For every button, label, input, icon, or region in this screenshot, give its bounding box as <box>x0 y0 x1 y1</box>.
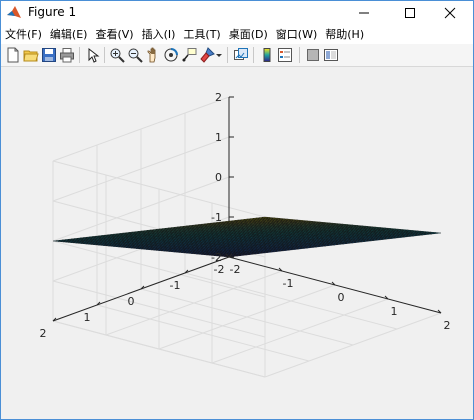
toolbar-separator <box>299 47 300 63</box>
show-plot-tools-icon[interactable] <box>323 47 339 63</box>
menu-view[interactable]: 查看(V) <box>91 25 137 44</box>
menu-bar: 文件(F) 编辑(E) 查看(V) 插入(I) 工具(T) 桌面(D) 窗口(W… <box>1 25 473 44</box>
brush-icon[interactable] <box>199 47 215 63</box>
maximize-icon <box>405 8 415 18</box>
close-button[interactable] <box>427 1 473 25</box>
menu-window[interactable]: 窗口(W) <box>272 25 321 44</box>
rotate-3d-icon[interactable] <box>163 47 179 63</box>
close-icon <box>444 7 456 19</box>
zoom-in-icon[interactable] <box>109 47 125 63</box>
new-figure-icon[interactable] <box>5 47 21 63</box>
grid-line <box>158 284 336 350</box>
surface-mesh <box>52 216 442 258</box>
figure-toolbar <box>1 44 473 67</box>
x-tick-label: -1 <box>283 277 294 290</box>
axis-ticks: -2-1012-2-1012-2-1012 <box>40 91 451 340</box>
grid-line <box>211 298 389 364</box>
z-tick-label: 0 <box>215 171 222 184</box>
x-tick-label: 1 <box>391 305 398 318</box>
minimize-button[interactable] <box>341 1 387 25</box>
save-icon[interactable] <box>41 47 57 63</box>
z-tick-label: 2 <box>215 91 222 104</box>
z-tick-label: -1 <box>211 211 222 224</box>
minimize-icon <box>359 12 369 14</box>
data-cursor-icon[interactable] <box>181 47 197 63</box>
toolbar-separator <box>104 47 105 63</box>
pointer-icon[interactable] <box>85 47 101 63</box>
colorbar-icon[interactable] <box>259 47 275 63</box>
brush-dropdown-icon[interactable] <box>215 47 223 63</box>
toolbar-separator <box>79 47 80 63</box>
x-tick-label: -2 <box>230 263 241 276</box>
toolbar-separator <box>253 47 254 63</box>
matlab-icon <box>7 6 21 18</box>
x-tick-label: 0 <box>338 291 345 304</box>
menu-edit[interactable]: 编辑(E) <box>46 25 92 44</box>
grid-line <box>264 312 442 378</box>
surface-plot[interactable]: -2-1012-2-1012-2-1012 <box>1 67 473 419</box>
toolbar-separator <box>227 47 228 63</box>
menu-file[interactable]: 文件(F) <box>1 25 46 44</box>
z-tick-label: 1 <box>215 131 222 144</box>
pan-icon[interactable] <box>145 47 161 63</box>
x-tick-label: 2 <box>444 319 451 332</box>
legend-icon[interactable] <box>277 47 293 63</box>
menu-tools[interactable]: 工具(T) <box>179 25 224 44</box>
zoom-out-icon[interactable] <box>127 47 143 63</box>
print-icon[interactable] <box>59 47 75 63</box>
surface-cell <box>435 232 442 234</box>
menu-insert[interactable]: 插入(I) <box>138 25 180 44</box>
grid-line <box>96 304 310 362</box>
menu-desktop[interactable]: 桌面(D) <box>225 25 272 44</box>
figure-window: Figure 1 文件(F) 编辑(E) 查看(V) 插入(I) 工具(T) 桌… <box>0 0 474 420</box>
open-file-icon[interactable] <box>23 47 39 63</box>
link-plot-icon[interactable] <box>233 47 249 63</box>
menu-help[interactable]: 帮助(H) <box>321 25 368 44</box>
window-title: Figure 1 <box>28 5 77 19</box>
title-bar[interactable]: Figure 1 <box>1 1 473 25</box>
hide-plot-tools-icon[interactable] <box>305 47 321 63</box>
figure-canvas[interactable]: -2 -1 0 1 2 -2 -1 0 1 2 -2 -1 0 1 2 <box>1 67 473 419</box>
